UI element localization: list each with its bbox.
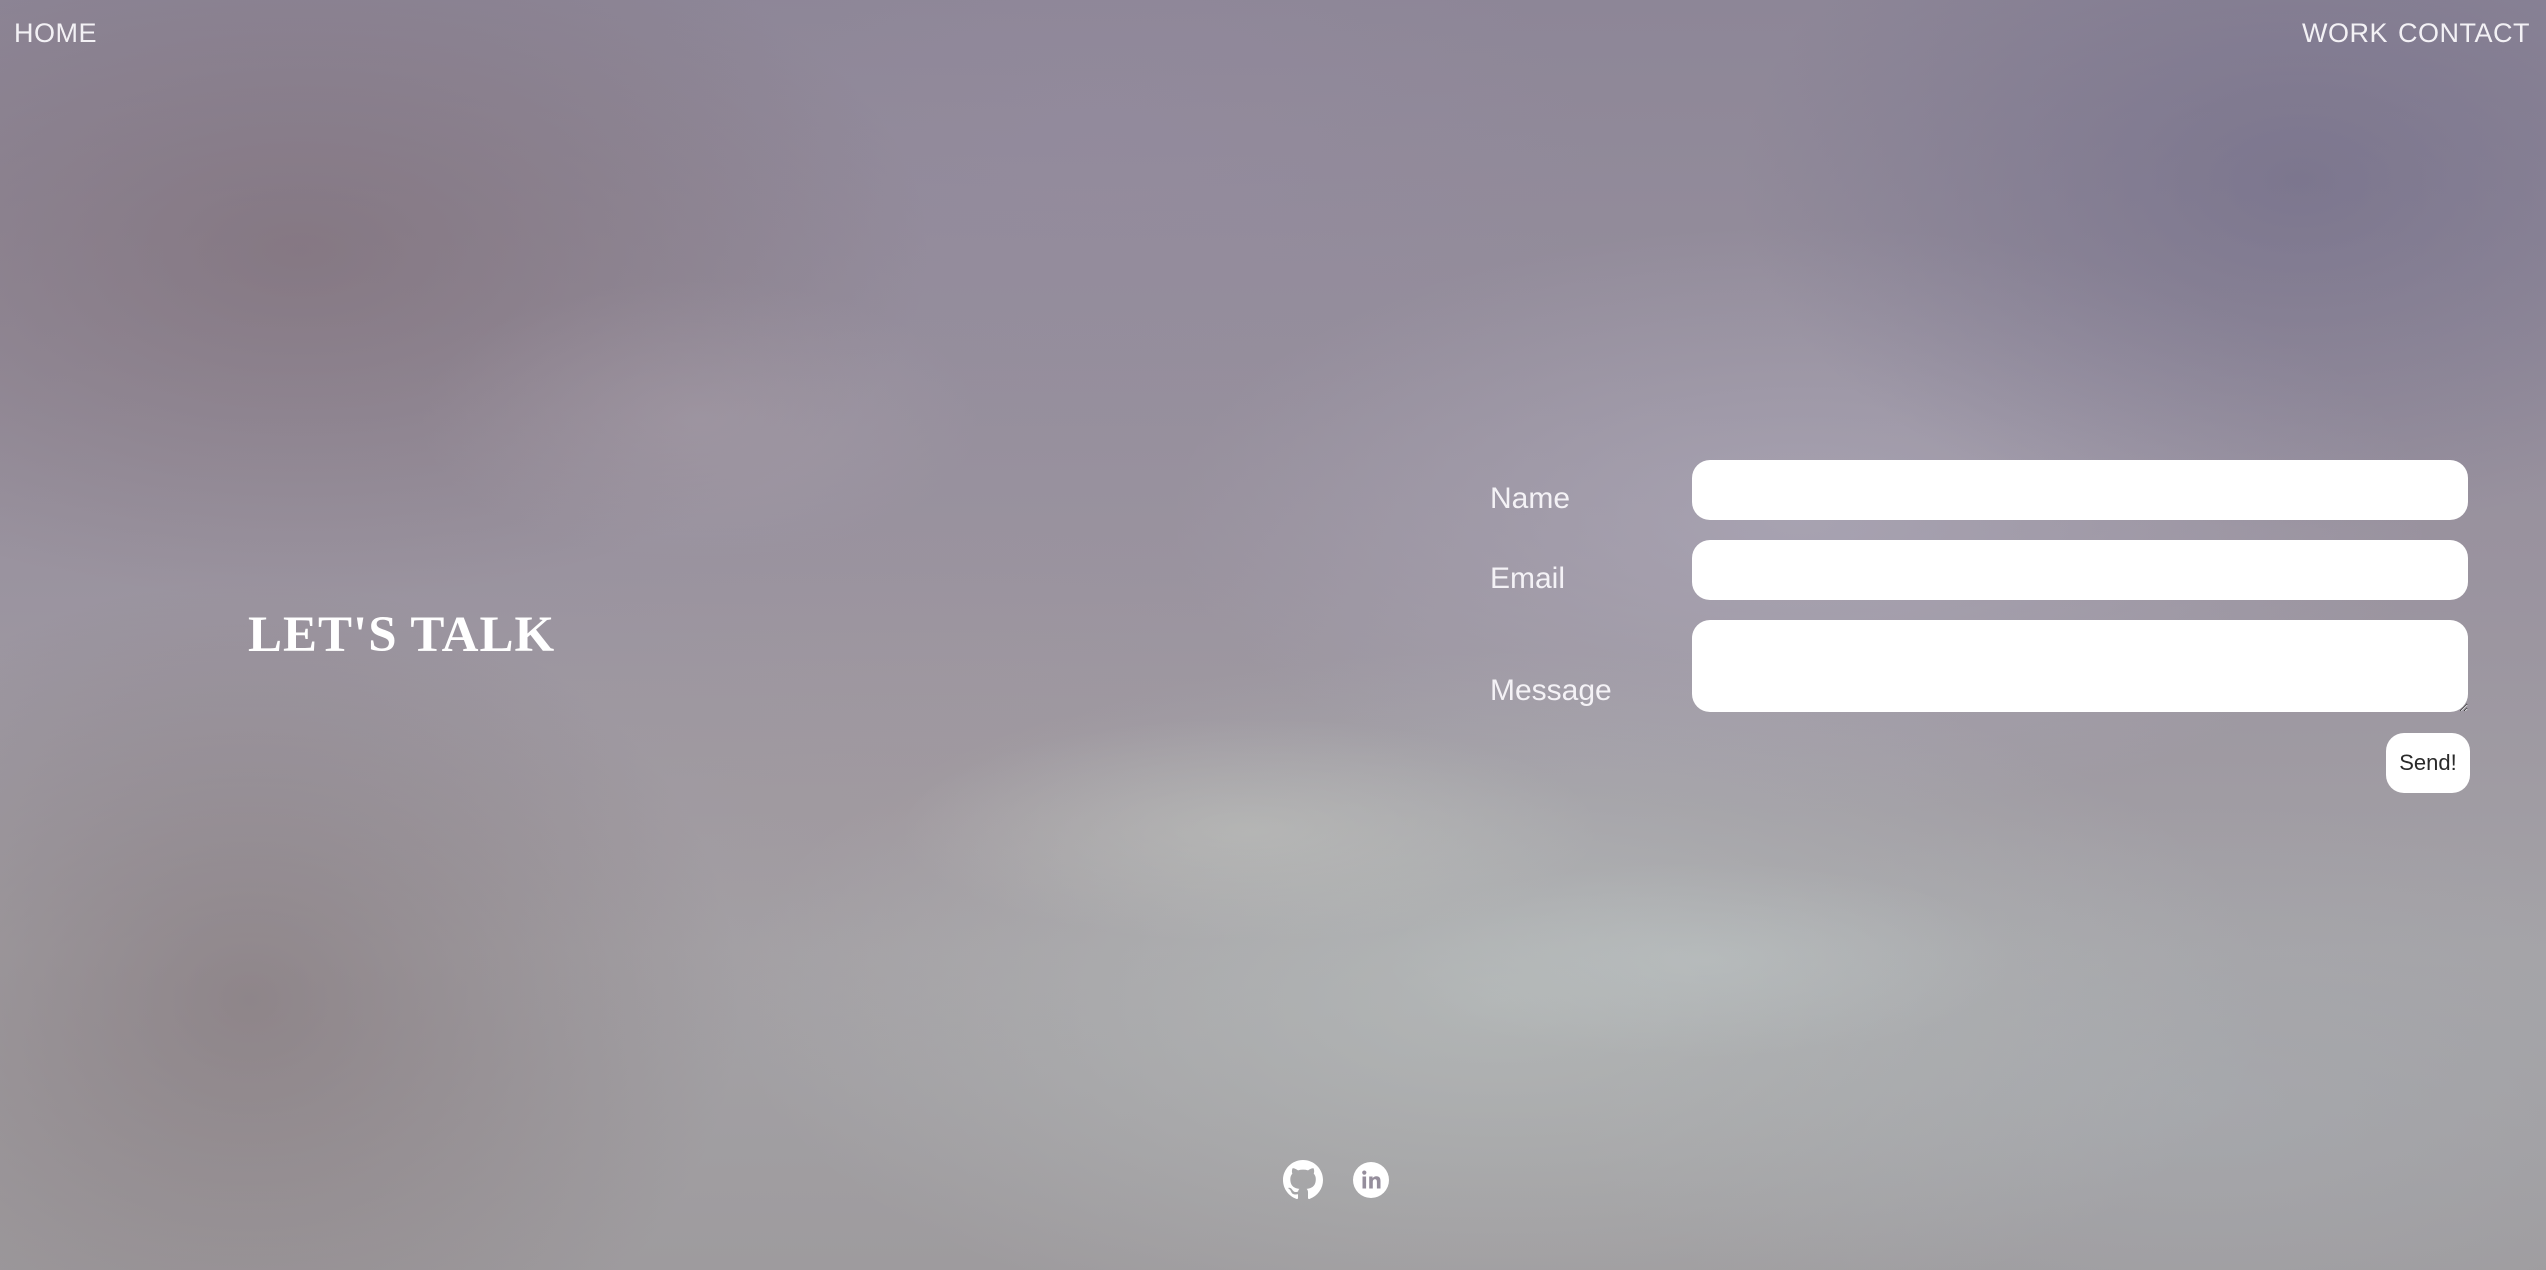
nav-contact-link[interactable]: CONTACT (2398, 18, 2530, 49)
github-link[interactable] (1283, 1160, 1323, 1200)
email-input[interactable] (1692, 540, 2468, 600)
message-textarea[interactable] (1692, 620, 2468, 712)
name-label: Name (1490, 482, 1571, 515)
social-links (1283, 1160, 1391, 1200)
github-icon (1283, 1160, 1323, 1200)
page-heading: LET'S TALK (248, 607, 556, 663)
send-button[interactable]: Send! (2386, 733, 2470, 793)
nav-work-link[interactable]: WORK (2302, 18, 2388, 49)
main-nav: WORK CONTACT (2302, 18, 2530, 49)
email-label: Email (1490, 562, 1566, 595)
linkedin-icon (1353, 1162, 1389, 1198)
name-input[interactable] (1692, 460, 2468, 520)
linkedin-link[interactable] (1351, 1160, 1391, 1200)
message-label: Message (1490, 674, 1612, 707)
nav-home-link[interactable]: HOME (14, 18, 97, 49)
